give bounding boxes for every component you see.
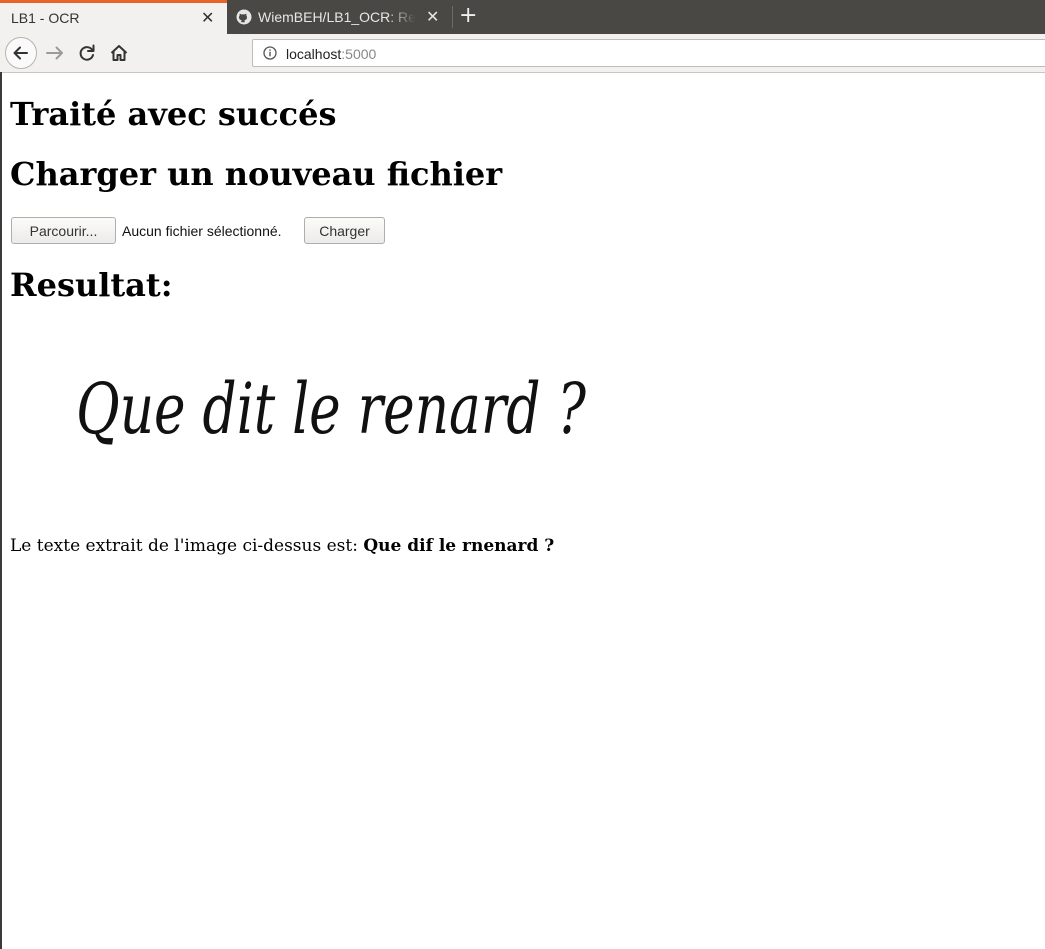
status-heading: Traité avec succés — [10, 95, 337, 133]
file-status-text: Aucun fichier sélectionné. — [122, 223, 282, 239]
tab-separator — [452, 6, 453, 28]
address-bar[interactable]: localhost:5000 — [252, 39, 1045, 67]
browse-button[interactable]: Parcourir... — [11, 217, 116, 244]
uploaded-image: Que dit le renard ? — [76, 368, 586, 450]
tab-bar: LB1 - OCR ✕ WiemBEH/LB1_OCR: Ren ✕ + — [0, 0, 1045, 34]
upload-heading: Charger un nouveau fichier — [10, 155, 503, 193]
window-edge — [0, 72, 2, 949]
github-icon — [236, 9, 252, 25]
info-icon[interactable] — [263, 46, 277, 60]
upload-form: Parcourir... Aucun fichier sélectionné. … — [11, 217, 611, 245]
upload-button[interactable]: Charger — [304, 217, 385, 244]
result-prefix: Le texte extrait de l'image ci-dessus es… — [10, 536, 364, 556]
reload-icon[interactable] — [77, 42, 97, 64]
navigation-toolbar: localhost:5000 — [0, 34, 1045, 73]
tab-lb1-ocr[interactable]: LB1 - OCR ✕ — [0, 0, 227, 34]
close-tab-icon[interactable]: ✕ — [426, 7, 439, 27]
url-port: :5000 — [341, 46, 377, 62]
url-host: localhost — [286, 46, 342, 62]
extracted-text: Que dif le rnenard ? — [363, 536, 555, 556]
back-arrow-icon — [13, 46, 28, 60]
tab-title: WiemBEH/LB1_OCR: Ren — [258, 9, 416, 25]
close-tab-icon[interactable]: ✕ — [201, 8, 214, 28]
extracted-text-line: Le texte extrait de l'image ci-dessus es… — [10, 536, 554, 556]
tab-title: LB1 - OCR — [11, 10, 80, 26]
tab-github-repo[interactable]: WiemBEH/LB1_OCR: Ren ✕ — [228, 0, 452, 34]
new-tab-icon[interactable]: + — [459, 4, 477, 28]
back-button[interactable] — [5, 37, 37, 69]
forward-arrow-icon[interactable] — [44, 42, 66, 64]
url-text: localhost:5000 — [286, 46, 376, 62]
result-heading: Resultat: — [10, 266, 173, 304]
uploaded-image-text: Que dit le renard ? — [76, 368, 586, 450]
home-icon[interactable] — [109, 42, 129, 64]
